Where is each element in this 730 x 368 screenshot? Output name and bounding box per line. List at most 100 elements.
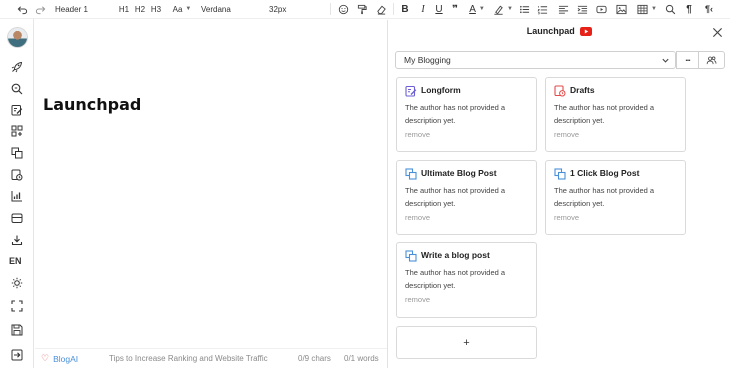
download-button[interactable] — [10, 233, 24, 247]
folder-select[interactable]: My Blogging — [395, 51, 676, 69]
h2-button[interactable]: H2 — [135, 1, 145, 17]
emoji-button[interactable] — [337, 1, 349, 17]
share-users-button[interactable] — [699, 51, 725, 69]
indent-icon — [577, 5, 587, 14]
undo-icon — [17, 5, 27, 14]
block-type-value: Header 1 — [55, 4, 88, 14]
format-painter-button[interactable] — [356, 1, 368, 17]
h1-button[interactable]: H1 — [119, 1, 129, 17]
document-editor[interactable]: Launchpad — [35, 20, 387, 348]
numbered-list-button[interactable] — [536, 1, 548, 17]
card-description: The author has not provided a descriptio… — [554, 186, 655, 208]
sun-icon — [11, 277, 23, 289]
card-title: Write a blog post — [421, 250, 490, 260]
indent-button[interactable] — [576, 1, 588, 17]
font-family-value: Verdana — [201, 4, 231, 14]
card-title: Longform — [421, 85, 461, 95]
youtube-embed-button[interactable] — [595, 1, 607, 17]
brand-link[interactable]: ♡ BlogAI — [41, 353, 78, 364]
text-direction-button[interactable]: ¶‹ — [701, 1, 717, 17]
close-button[interactable] — [710, 25, 724, 39]
research-button[interactable] — [10, 82, 24, 96]
theme-button[interactable] — [10, 276, 24, 290]
write-button[interactable] — [10, 103, 24, 117]
card-1-click-blog-post[interactable]: 1 Click Blog Post The author has not pro… — [545, 160, 686, 235]
users-icon — [706, 56, 717, 64]
add-card-button[interactable]: + — [396, 326, 537, 359]
archive-button[interactable] — [10, 211, 24, 225]
underline-button[interactable]: U — [434, 1, 444, 17]
fullscreen-icon — [11, 300, 23, 312]
edit-document-icon — [11, 105, 23, 116]
card-description: The author has not provided a descriptio… — [405, 268, 506, 290]
card-remove-link[interactable]: remove — [405, 295, 430, 304]
card-description: The author has not provided a descriptio… — [405, 186, 506, 208]
templates-button[interactable] — [10, 146, 24, 160]
bullet-list-button[interactable] — [518, 1, 530, 17]
status-bar: ♡ BlogAI Tips to Increase Ranking and We… — [35, 348, 387, 368]
font-family-select[interactable]: Verdana — [201, 1, 261, 17]
block-type-select[interactable]: Header 1 — [55, 1, 110, 17]
chevron-down-icon: ▼ — [185, 6, 192, 12]
card-remove-link[interactable]: remove — [554, 213, 579, 222]
find-button[interactable] — [664, 1, 676, 17]
clear-format-button[interactable] — [375, 1, 387, 17]
bold-button[interactable]: B — [400, 1, 410, 17]
avatar[interactable] — [7, 27, 28, 48]
history-button[interactable] — [10, 168, 24, 182]
card-title: Ultimate Blog Post — [421, 168, 497, 178]
copy-icon — [11, 147, 23, 159]
chevron-down-icon: ▼ — [507, 6, 513, 12]
quote-button[interactable]: ❞ — [449, 1, 461, 17]
toolbar-divider — [330, 3, 331, 15]
panel-header: Launchpad — [388, 26, 730, 42]
analytics-button[interactable] — [10, 189, 24, 203]
h3-button[interactable]: H3 — [151, 1, 161, 17]
card-remove-link[interactable]: remove — [554, 130, 579, 139]
youtube-icon[interactable] — [580, 27, 593, 36]
card-write-a-blog-post[interactable]: Write a blog post The author has not pro… — [396, 242, 537, 318]
apps-button[interactable] — [10, 124, 24, 138]
logout-button[interactable] — [10, 348, 24, 362]
copy-icon — [554, 168, 566, 180]
panel-title: Launchpad — [526, 26, 575, 36]
save-button[interactable] — [10, 323, 24, 337]
language-button[interactable]: EN — [9, 256, 22, 266]
emoji-icon — [338, 4, 348, 14]
more-icon: ... — [685, 53, 690, 63]
font-color-button[interactable]: A ▼ — [465, 1, 489, 17]
card-title: 1 Click Blog Post — [570, 168, 640, 178]
highlight-button[interactable]: ▼ — [491, 1, 515, 17]
font-size-select[interactable]: 32px — [269, 1, 329, 17]
document-title[interactable]: Launchpad — [43, 95, 141, 114]
more-options-button[interactable]: ... — [676, 51, 699, 69]
highlighter-icon — [494, 5, 503, 15]
insert-table-button[interactable]: ▼ — [636, 1, 658, 17]
card-drafts[interactable]: Drafts The author has not provided a des… — [545, 77, 686, 152]
h2-label: H2 — [134, 4, 146, 14]
launch-button[interactable] — [10, 60, 24, 74]
card-longform[interactable]: Longform The author has not provided a d… — [396, 77, 537, 152]
align-left-icon — [558, 5, 568, 14]
card-remove-link[interactable]: remove — [405, 213, 430, 222]
text-size-select[interactable]: Aa ▼ — [172, 1, 192, 17]
chevron-down-icon: ▼ — [651, 6, 657, 12]
paragraph-button[interactable]: ¶ — [683, 1, 695, 17]
grid-plus-icon — [11, 125, 23, 137]
card-ultimate-blog-post[interactable]: Ultimate Blog Post The author has not pr… — [396, 160, 537, 235]
editor-toolbar: Header 1 H1 H2 H3 Aa ▼ Verdana 32px B I … — [0, 0, 730, 19]
numbered-list-icon — [536, 5, 547, 14]
eraser-icon — [376, 5, 386, 15]
italic-button[interactable]: I — [418, 1, 428, 17]
align-button[interactable] — [557, 1, 569, 17]
image-icon — [615, 4, 627, 14]
undo-button[interactable] — [16, 1, 28, 17]
font-size-value: 32px — [269, 4, 287, 14]
heart-icon: ♡ — [41, 353, 50, 363]
redo-button[interactable] — [34, 1, 46, 17]
card-remove-link[interactable]: remove — [405, 130, 430, 139]
fullscreen-button[interactable] — [10, 299, 24, 313]
insert-image-button[interactable] — [615, 1, 627, 17]
bar-chart-icon — [11, 191, 22, 202]
tip-link[interactable]: Tips to Increase Ranking and Website Tra… — [109, 354, 268, 363]
